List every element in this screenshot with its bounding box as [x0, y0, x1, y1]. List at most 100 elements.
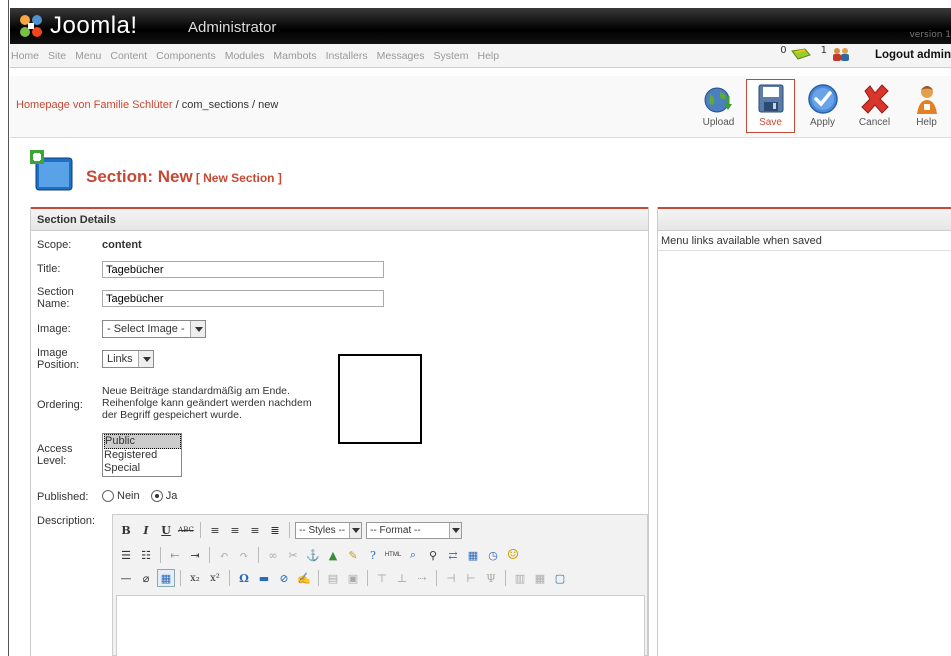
edit-icon[interactable]: ✍ [295, 569, 313, 587]
flash-icon[interactable]: ⊘ [275, 569, 293, 587]
menu-item-home[interactable]: Home [11, 50, 39, 62]
menu-item-menu[interactable]: Menu [75, 50, 101, 62]
access-level-row: Access Level: Public Registered Special [31, 433, 649, 479]
insert-row-before-icon[interactable]: ⊤ [373, 569, 391, 587]
mail-icon[interactable] [790, 47, 811, 61]
anchor-icon[interactable]: ⚓ [304, 546, 322, 564]
format-select[interactable]: -- Format -- [366, 521, 462, 539]
bullet-list-icon[interactable]: ☰ [117, 546, 135, 564]
html-icon[interactable]: HTML [384, 546, 402, 564]
menu-item-help[interactable]: Help [477, 50, 499, 62]
cleanup-icon[interactable]: ✎ [344, 546, 362, 564]
row-props-icon[interactable]: ▤ [324, 569, 342, 587]
delete-col-icon[interactable]: Ψ [482, 569, 500, 587]
save-button[interactable]: Save [746, 79, 795, 133]
access-option-registered[interactable]: Registered [104, 449, 181, 462]
align-center-icon[interactable]: ≡ [226, 521, 244, 539]
media-icon[interactable]: ▬ [255, 569, 273, 587]
italic-icon[interactable]: I [137, 521, 155, 539]
chevron-down-icon[interactable] [349, 522, 362, 538]
underline-icon[interactable]: U [157, 521, 175, 539]
title-input[interactable] [102, 261, 384, 278]
users-icon[interactable] [831, 47, 851, 61]
table-icon[interactable]: ▦ [157, 569, 175, 587]
main-menu-bar: Home Site Menu Content Components Module… [10, 44, 951, 68]
menu-item-site[interactable]: Site [48, 50, 66, 62]
cancel-label: Cancel [858, 117, 891, 128]
insert-row-after-icon[interactable]: ⊥ [393, 569, 411, 587]
apply-button[interactable]: Apply [798, 79, 847, 133]
access-level-listbox[interactable]: Public Registered Special [102, 433, 182, 477]
section-name-label: Section Name: [37, 286, 74, 310]
cell-props-icon[interactable]: ▣ [344, 569, 362, 587]
delete-row-icon[interactable]: ⇢ [413, 569, 431, 587]
published-yes-radio[interactable] [150, 490, 163, 503]
published-no-radio[interactable] [102, 490, 114, 503]
section-name-input[interactable] [102, 290, 384, 307]
section-name-row: Section Name: [31, 286, 649, 316]
ordering-label: Ordering: [37, 399, 83, 411]
scope-label: Scope: [37, 239, 72, 251]
emoticon-icon[interactable]: ☺ [504, 546, 522, 564]
unlink-icon[interactable]: ✂ [284, 546, 302, 564]
styles-select[interactable]: -- Styles -- [295, 521, 363, 539]
menu-item-mambots[interactable]: Mambots [273, 50, 316, 62]
merge-cells-icon[interactable]: ▦ [531, 569, 549, 587]
help-button[interactable]: Help [902, 79, 951, 133]
menu-item-messages[interactable]: Messages [377, 50, 425, 62]
strikethrough-icon[interactable]: ABC [177, 521, 195, 539]
link-icon[interactable]: ∞ [264, 546, 282, 564]
numbered-list-icon[interactable]: ☷ [137, 546, 155, 564]
menu-links-message: Menu links available when saved [658, 231, 951, 251]
window-left-edge [0, 0, 9, 656]
subscript-icon[interactable]: x₂ [186, 569, 204, 587]
fullscreen-icon[interactable]: ▢ [551, 569, 569, 587]
superscript-icon[interactable]: x² [206, 569, 224, 587]
find-icon[interactable]: ⚲ [424, 546, 442, 564]
image-select[interactable]: - Select Image - [102, 320, 206, 338]
menu-item-system[interactable]: System [433, 50, 468, 62]
align-left-icon[interactable]: ≡ [206, 521, 224, 539]
split-cells-icon[interactable]: ▥ [511, 569, 529, 587]
editor-toolbar-row-2: ☰ ☷ ⇤ ⇥ ↶ ↷ ∞ ✂ ⚓ ▲ ✎ ? HTML ⌕ ⚲ ⇄ ▦ ◷ ☺ [117, 545, 522, 565]
access-option-public[interactable]: Public [104, 434, 181, 449]
logout-link[interactable]: Logout admin [875, 49, 951, 61]
redo-icon[interactable]: ↷ [235, 546, 253, 564]
image-row: Image: - Select Image - [31, 319, 649, 341]
bold-icon[interactable]: B [117, 521, 135, 539]
time-icon[interactable]: ◷ [484, 546, 502, 564]
insert-col-after-icon[interactable]: ⊢ [462, 569, 480, 587]
align-justify-icon[interactable]: ≣ [266, 521, 284, 539]
menu-item-installers[interactable]: Installers [326, 50, 368, 62]
page-title-main: Section: New [86, 167, 193, 186]
upload-button[interactable]: Upload [694, 79, 743, 133]
chevron-down-icon[interactable] [137, 351, 153, 367]
menu-item-modules[interactable]: Modules [225, 50, 265, 62]
access-option-special[interactable]: Special [104, 462, 181, 475]
editor-toolbar-row-1: B I U ABC ≡ ≡ ≡ ≣ -- Styles -- -- Format… [117, 520, 462, 540]
header-bar: Joomla! Administrator version 1 [10, 8, 951, 44]
toolbar-divider [318, 570, 319, 586]
insert-col-before-icon[interactable]: ⊣ [442, 569, 460, 587]
preview-icon[interactable]: ⌕ [404, 546, 422, 564]
special-char-icon[interactable]: Ω [235, 569, 253, 587]
menu-item-content[interactable]: Content [110, 50, 147, 62]
chevron-down-icon[interactable] [448, 522, 461, 538]
cancel-button[interactable]: Cancel [850, 79, 899, 133]
remove-format-icon[interactable]: ⌀ [137, 569, 155, 587]
help-icon[interactable]: ? [364, 546, 382, 564]
date-icon[interactable]: ▦ [464, 546, 482, 564]
align-right-icon[interactable]: ≡ [246, 521, 264, 539]
image-icon[interactable]: ▲ [324, 546, 342, 564]
toolbar: Upload Save Apply Cancel Help [691, 79, 951, 133]
outdent-icon[interactable]: ⇤ [166, 546, 184, 564]
editor-content-area[interactable] [116, 595, 645, 656]
replace-icon[interactable]: ⇄ [444, 546, 462, 564]
horizontal-rule-icon[interactable]: — [117, 569, 135, 587]
undo-icon[interactable]: ↶ [215, 546, 233, 564]
menu-item-components[interactable]: Components [156, 50, 216, 62]
indent-icon[interactable]: ⇥ [186, 546, 204, 564]
image-position-select[interactable]: Links [102, 350, 154, 368]
breadcrumb-site-link[interactable]: Homepage von Familie Schlüter [16, 99, 173, 111]
chevron-down-icon[interactable] [189, 321, 205, 337]
